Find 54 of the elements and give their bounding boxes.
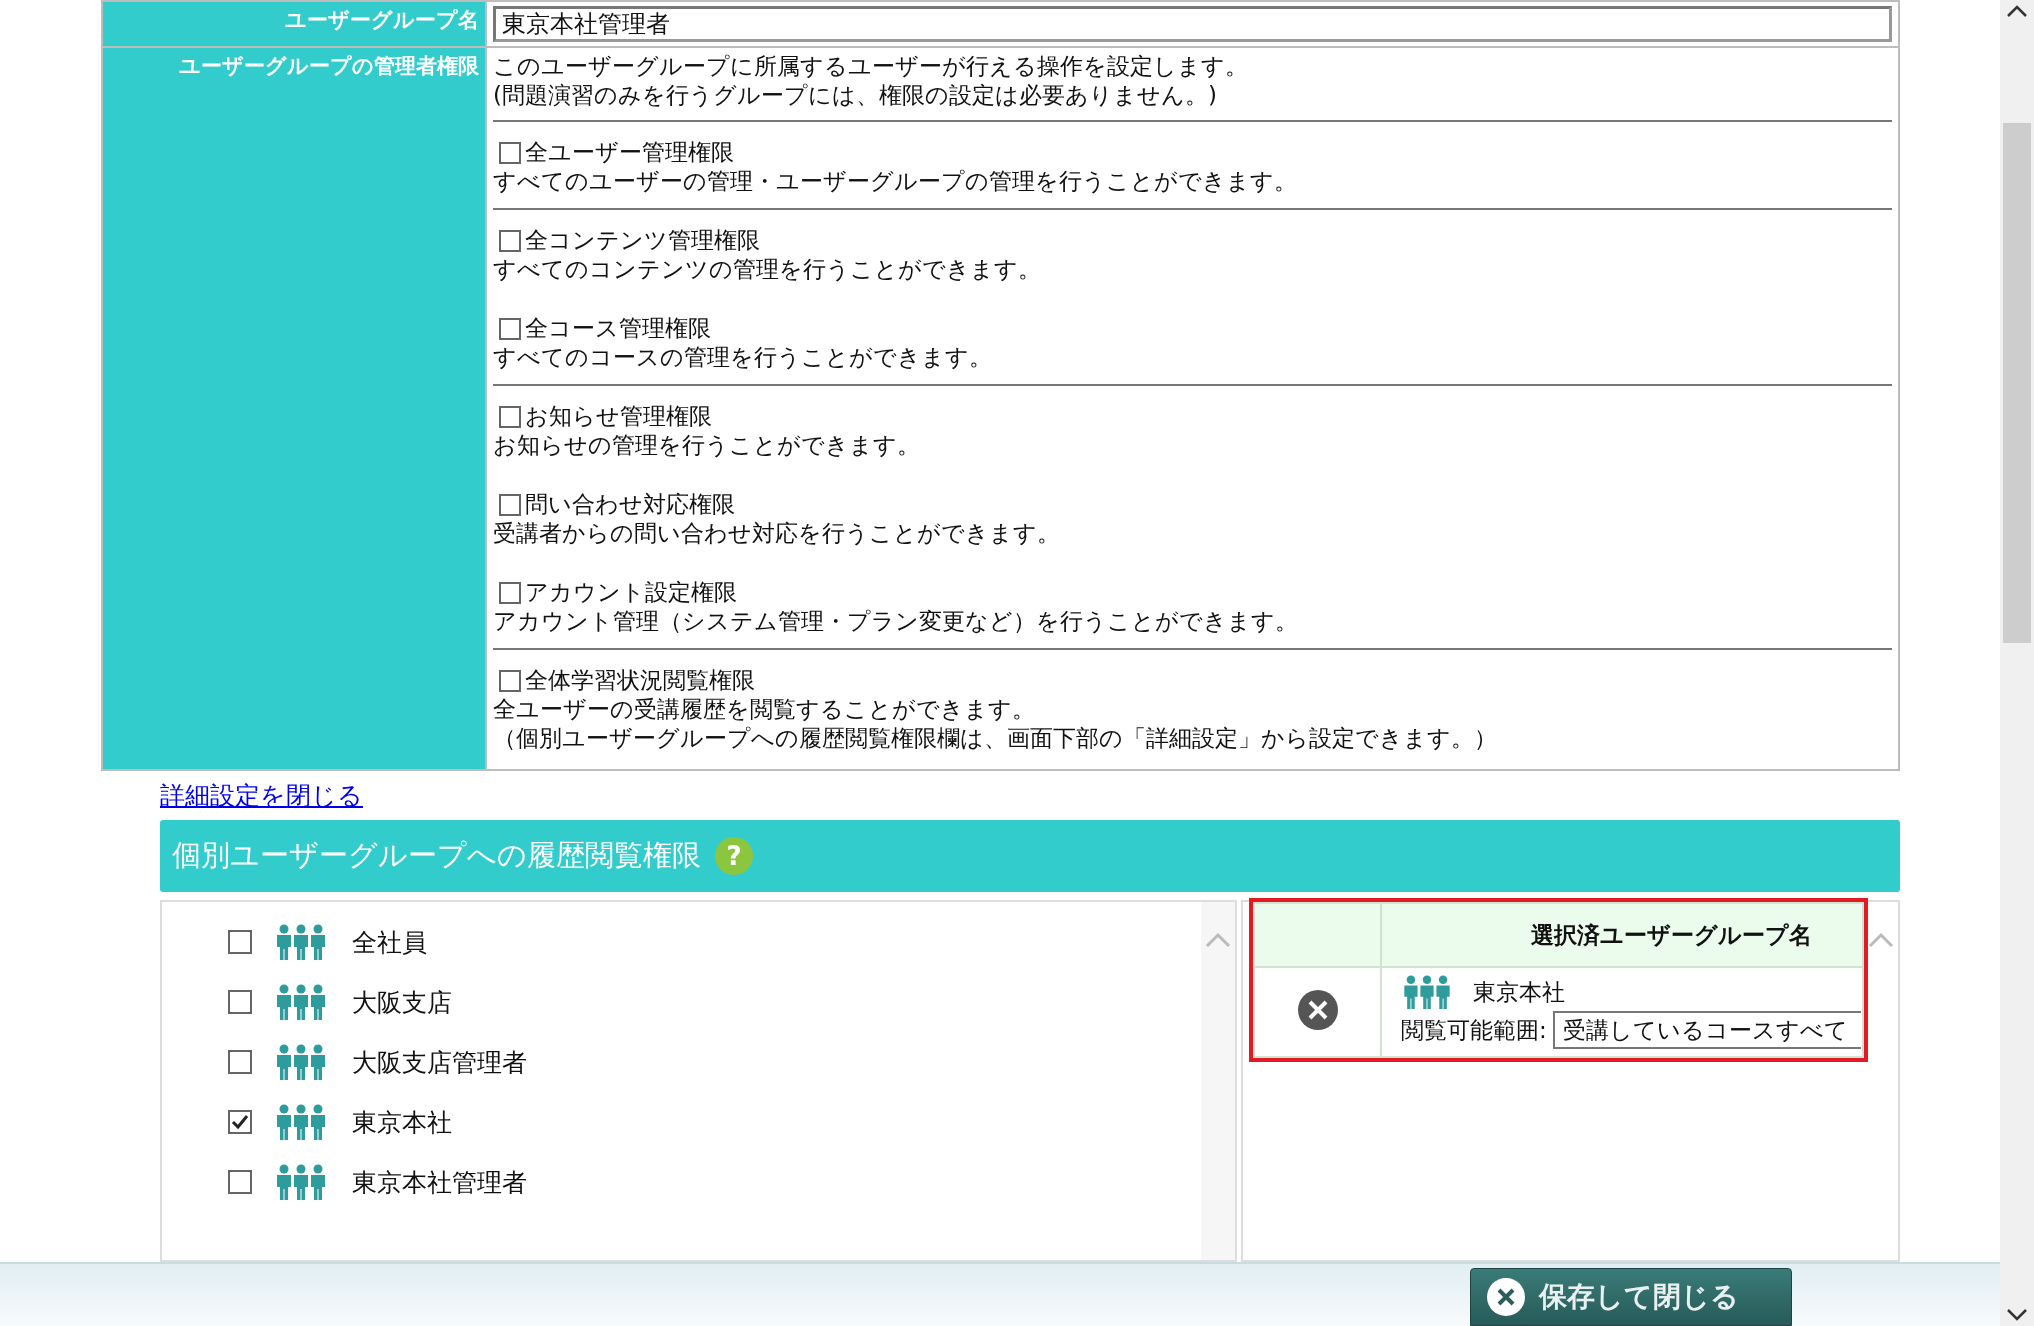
group-name: 全社員 (352, 926, 427, 959)
people-icon (276, 984, 326, 1020)
checkbox[interactable] (499, 581, 521, 604)
scroll-down-icon[interactable] (2006, 1308, 2028, 1322)
checkbox[interactable] (499, 669, 521, 692)
checkbox[interactable] (228, 1170, 252, 1194)
checkbox[interactable] (499, 493, 521, 516)
description-text: すべてのユーザーの管理・ユーザーグループの管理を行うことができます。 (493, 167, 1298, 196)
column-header: 選択済ユーザーグループ名 (1381, 903, 1863, 967)
permission-label: 全コンテンツ管理権限 (525, 226, 760, 255)
people-icon (276, 1164, 326, 1200)
group-name: 大阪支店管理者 (352, 1046, 527, 1079)
permission-label: 問い合わせ対応権限 (525, 490, 735, 519)
group-name: 大阪支店 (352, 986, 452, 1019)
description-text: すべてのコースの管理を行うことができます。 (493, 343, 993, 372)
people-icon (276, 924, 326, 960)
group-name: 東京本社管理者 (352, 1166, 527, 1199)
checkbox[interactable] (228, 930, 252, 954)
description-text: このユーザーグループに所属するユーザーが行える操作を設定します。 (493, 52, 1249, 81)
checkbox[interactable] (499, 317, 521, 340)
permission-label: 全コース管理権限 (525, 314, 711, 343)
save-close-button[interactable]: 保存して閉じる (1470, 1268, 1792, 1326)
permission-label: 全ユーザー管理権限 (525, 138, 734, 167)
description-text: お知らせの管理を行うことができます。 (493, 431, 921, 460)
description-text: (問題演習のみを行うグループには、権限の設定は必要ありません。) (493, 81, 1218, 110)
checkbox[interactable] (228, 1110, 252, 1134)
checkbox[interactable] (499, 141, 521, 164)
scope-label: 閲覧可能範囲: (1401, 1015, 1547, 1045)
close-details-link[interactable]: 詳細設定を閉じる (160, 779, 363, 812)
description-text: 受講者からの問い合わせ対応を行うことができます。 (493, 519, 1061, 548)
checkbox[interactable] (228, 990, 252, 1014)
group-name: 東京本社 (1473, 977, 1565, 1007)
people-icon (276, 1044, 326, 1080)
checkbox[interactable] (499, 229, 521, 252)
name-field[interactable]: 東京本社管理者 (493, 6, 1892, 42)
scroll-up-icon[interactable] (2006, 4, 2028, 18)
scope-dropdown[interactable]: 受講しているコースすべて (1552, 1011, 1861, 1049)
scrollbar-thumb[interactable] (2003, 123, 2031, 643)
section-title: 個別ユーザーグループへの履歴閲覧権限 (172, 837, 701, 874)
permission-label: お知らせ管理権限 (525, 402, 712, 431)
permission-label: 全体学習状況閲覧権限 (525, 666, 755, 695)
people-icon (276, 1104, 326, 1140)
checkbox[interactable] (228, 1050, 252, 1074)
group-name: 東京本社 (352, 1106, 452, 1139)
permission-label: アカウント設定権限 (525, 578, 737, 607)
field-label: ユーザーグループ名 (285, 8, 479, 32)
description-text: （個別ユーザーグループへの履歴閲覧権限欄は、画面下部の「詳細設定」から設定できます。） (493, 724, 1498, 753)
description-text: 全ユーザーの受講履歴を閲覧することができます。 (493, 695, 1036, 724)
checkbox[interactable] (499, 405, 521, 428)
field-label: ユーザーグループの管理者権限 (179, 54, 479, 78)
description-text: すべてのコンテンツの管理を行うことができます。 (493, 255, 1042, 284)
remove-icon[interactable] (1296, 988, 1339, 1031)
description-text: アカウント管理（システム管理・プラン変更など）を行うことができます。 (493, 607, 1299, 636)
people-icon (1403, 975, 1451, 1009)
